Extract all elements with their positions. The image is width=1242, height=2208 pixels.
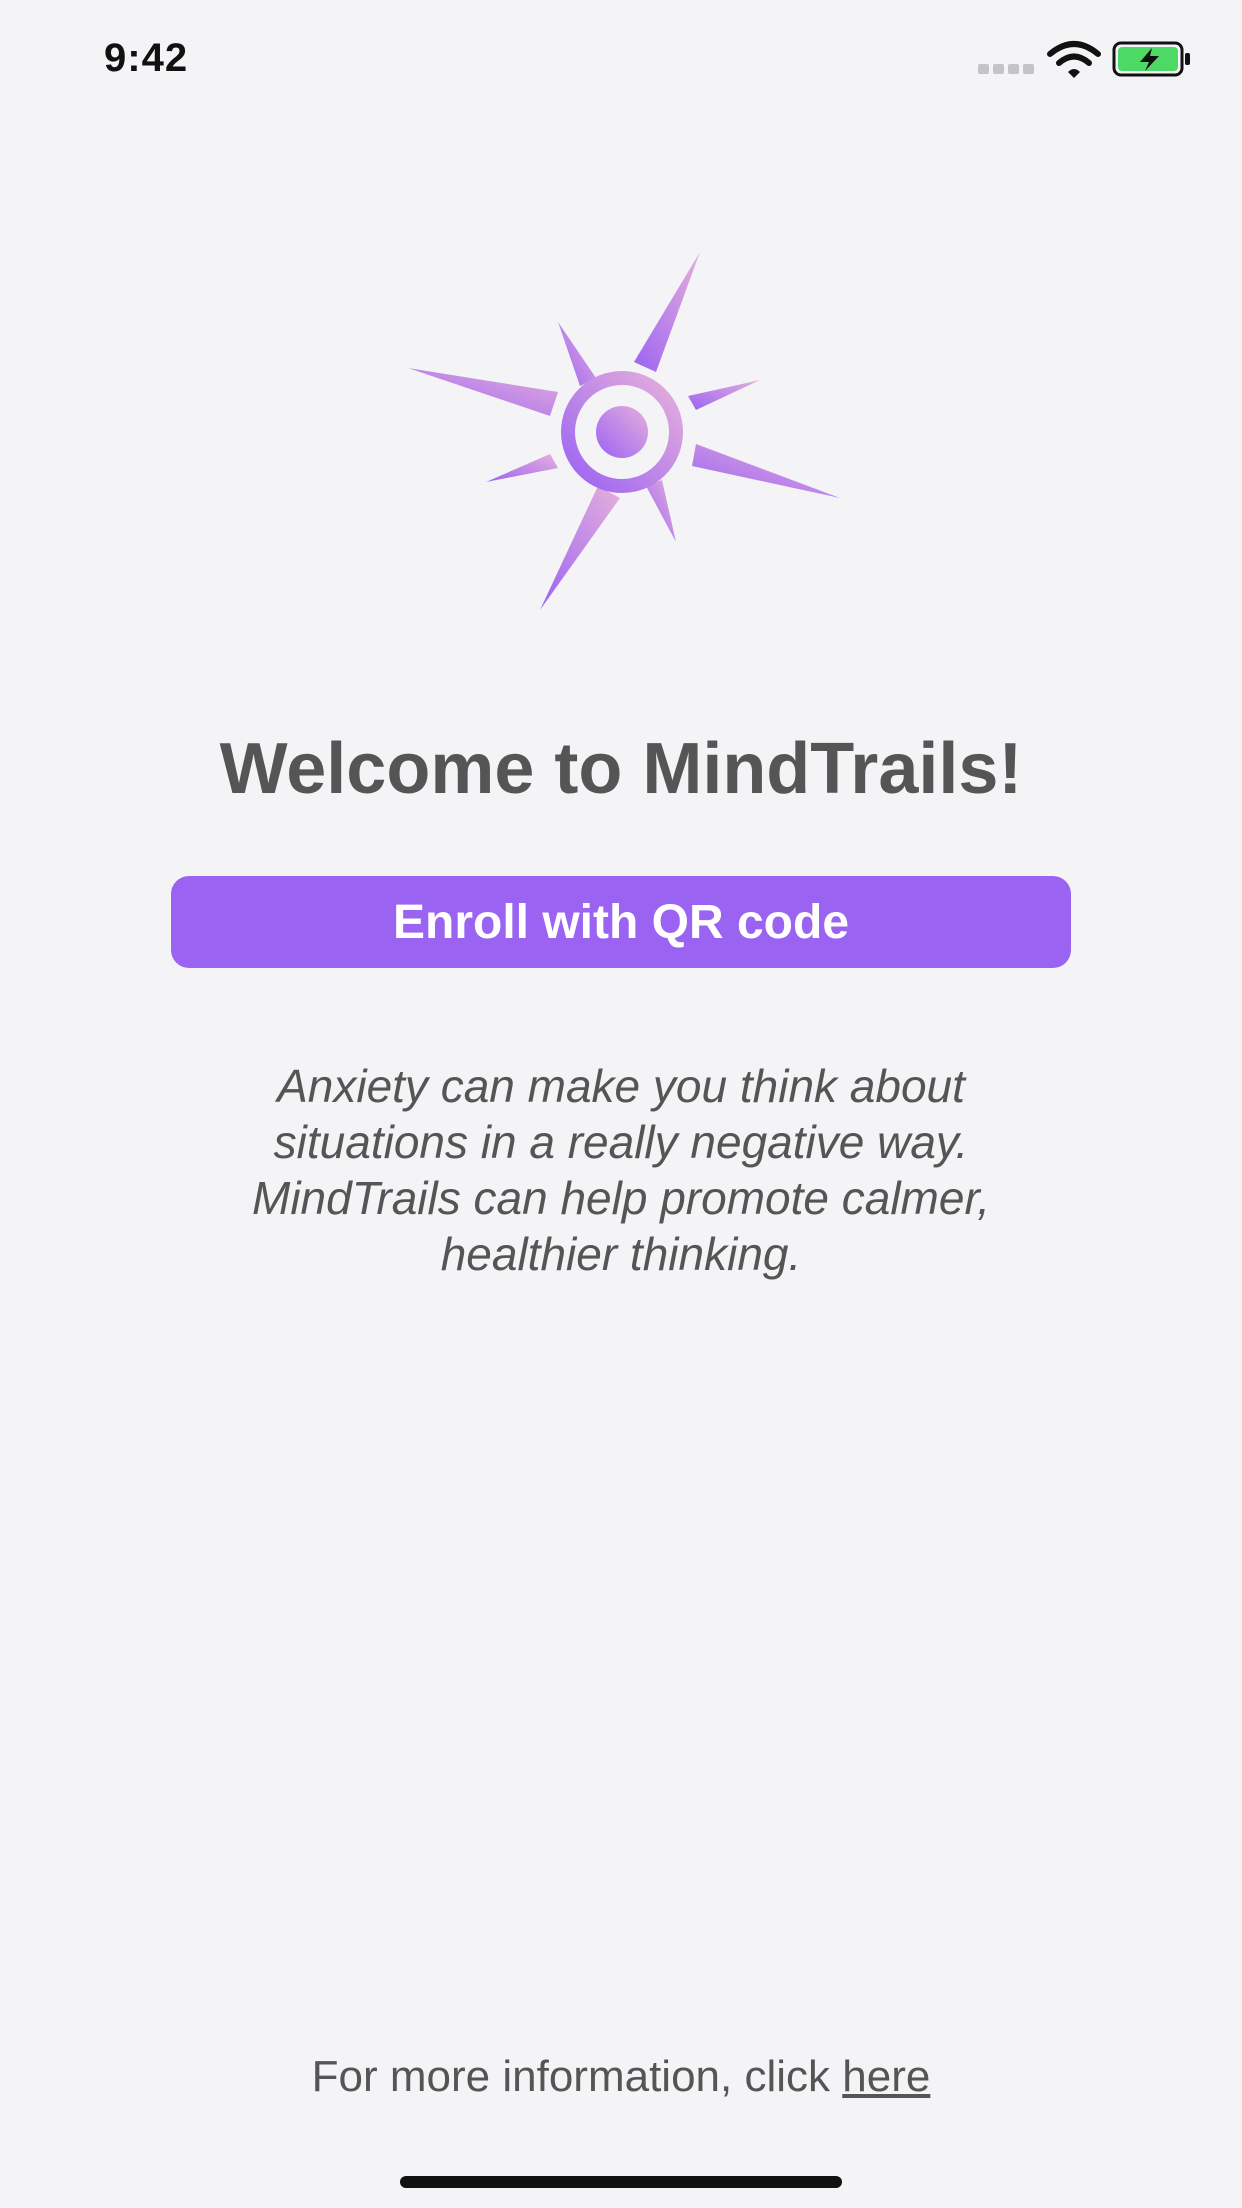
status-bar: 9:42 — [0, 0, 1242, 120]
page-title: Welcome to MindTrails! — [219, 729, 1023, 809]
description-line: situations in a really negative way. — [273, 1116, 969, 1168]
description-line: healthier thinking. — [440, 1228, 802, 1280]
status-time: 9:42 — [104, 36, 189, 80]
description-line: Anxiety can make you think about — [277, 1060, 965, 1112]
wifi-icon — [1047, 41, 1101, 78]
sun-compass-logo-icon — [408, 252, 840, 610]
enroll-qr-button[interactable]: Enroll with QR code — [171, 876, 1071, 968]
home-indicator[interactable] — [400, 2176, 842, 2188]
battery-charging-icon — [1112, 41, 1190, 77]
description-line: MindTrails can help promote calmer, — [252, 1172, 990, 1224]
more-info-link[interactable]: here — [842, 2052, 930, 2101]
description-text: Anxiety can make you think about situati… — [120, 1058, 1122, 1282]
cellular-signal-icon — [978, 64, 1034, 74]
footer-text: For more information, click — [311, 2052, 843, 2101]
footer-info: For more information, click here — [0, 2052, 1242, 2102]
